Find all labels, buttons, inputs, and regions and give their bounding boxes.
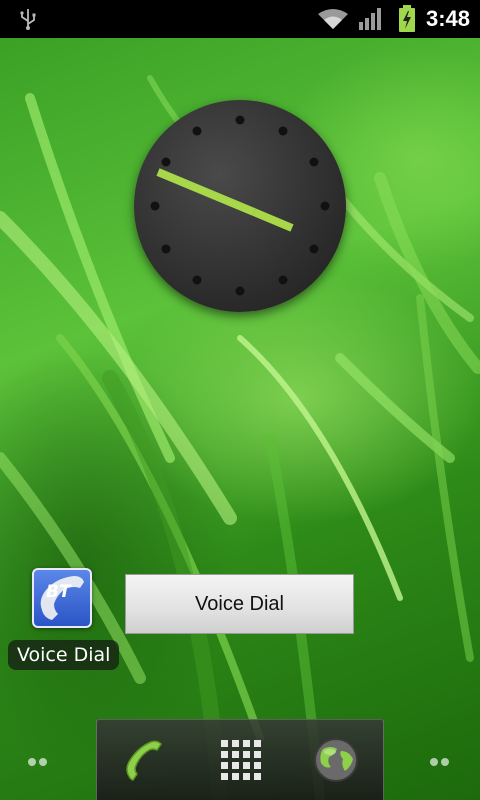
hour-hand [252, 208, 294, 232]
page-indicator-right[interactable] [430, 751, 454, 766]
wifi-icon [318, 9, 348, 29]
status-bar: 3:48 [0, 0, 480, 38]
bt-label: BT [46, 582, 71, 602]
minute-hand [156, 168, 256, 216]
analog-clock-widget[interactable] [134, 100, 346, 312]
voice-dial-shortcut-icon[interactable]: BT [32, 568, 92, 628]
phone-icon[interactable] [121, 736, 169, 784]
clock-face [150, 115, 330, 296]
signal-icon [359, 8, 381, 30]
battery-charging-icon [399, 5, 415, 32]
shortcut-label[interactable]: Voice Dial [8, 640, 120, 670]
usb-icon [20, 9, 36, 30]
voice-dial-button[interactable]: Voice Dial [125, 574, 354, 634]
page-indicator-left[interactable] [28, 751, 52, 766]
app-grid-icon[interactable] [221, 740, 261, 780]
globe-icon[interactable] [313, 737, 359, 783]
status-time: 3:48 [426, 6, 471, 31]
dock [96, 719, 384, 800]
